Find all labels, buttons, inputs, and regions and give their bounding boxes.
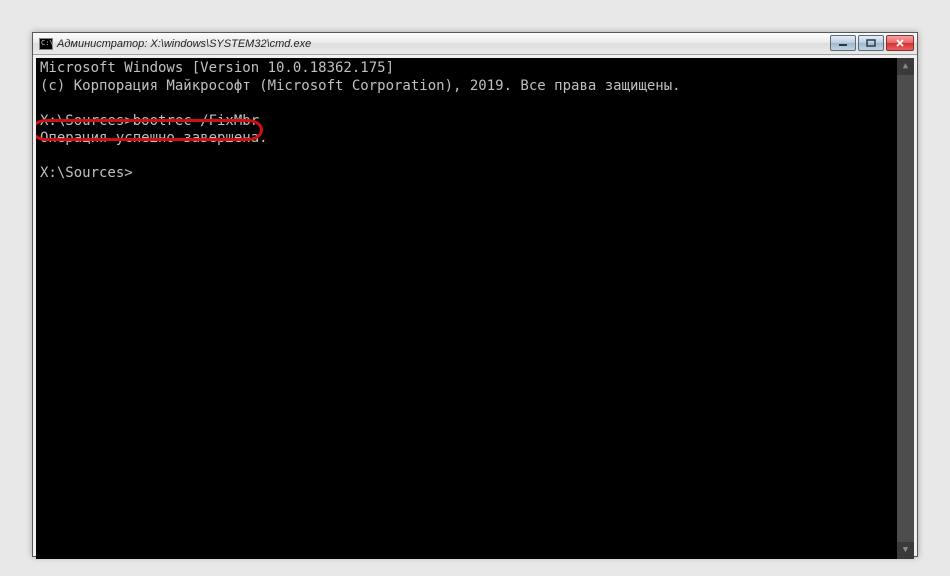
cmd-icon-label: C:\ [41, 40, 54, 47]
scrollbar-track[interactable] [897, 75, 914, 542]
console-line-blank2 [40, 148, 910, 166]
console-line-copyright: (c) Корпорация Майкрософт (Microsoft Cor… [40, 78, 910, 96]
close-icon [895, 39, 905, 47]
cmd-window: C:\ Администратор: X:\windows\SYSTEM32\c… [32, 32, 918, 557]
minimize-button[interactable] [830, 35, 856, 51]
minimize-icon [838, 39, 848, 47]
close-button[interactable] [886, 35, 914, 51]
console-line-version: Microsoft Windows [Version 10.0.18362.17… [40, 60, 910, 78]
titlebar[interactable]: C:\ Администратор: X:\windows\SYSTEM32\c… [33, 33, 917, 55]
console-line-result: Операция успешно завершена. [40, 130, 910, 148]
scrollbar-thumb[interactable] [897, 75, 914, 542]
scroll-up-button[interactable]: ▲ [897, 58, 914, 75]
cmd-icon: C:\ [39, 38, 53, 50]
console-line-blank [40, 95, 910, 113]
vertical-scrollbar[interactable]: ▲ ▼ [897, 58, 914, 559]
scroll-down-button[interactable]: ▼ [897, 542, 914, 559]
window-controls [830, 35, 914, 51]
maximize-button[interactable] [858, 35, 884, 51]
console-output[interactable]: Microsoft Windows [Version 10.0.18362.17… [36, 58, 914, 559]
window-title: Администратор: X:\windows\SYSTEM32\cmd.e… [57, 38, 311, 50]
console-line-command: X:\Sources>bootrec /FixMbr [40, 113, 910, 131]
maximize-icon [866, 39, 876, 47]
console-line-prompt: X:\Sources> [40, 165, 910, 183]
